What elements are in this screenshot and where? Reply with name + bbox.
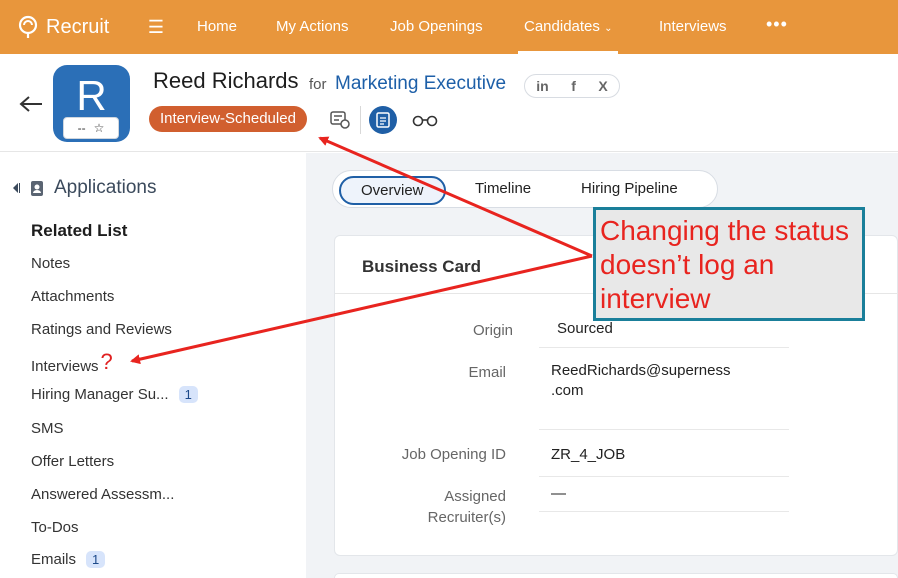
nav-my-actions[interactable]: My Actions bbox=[276, 18, 349, 35]
sidebar: Applications Related List Notes Attachme… bbox=[0, 153, 306, 578]
sidebar-item-label: Emails bbox=[31, 551, 77, 568]
document-icon bbox=[376, 112, 390, 128]
sidebar-item-todos[interactable]: To-Dos bbox=[31, 519, 79, 536]
sidebar-item-label: Answered Assessm... bbox=[31, 486, 175, 503]
tab-bar: Overview Timeline Hiring Pipeline bbox=[332, 170, 718, 208]
nav-candidates[interactable]: Candidates ⌄ bbox=[517, 18, 619, 54]
field-separator bbox=[539, 347, 789, 348]
star-icon[interactable]: ☆ bbox=[94, 121, 105, 135]
for-label: for bbox=[309, 76, 327, 93]
brand[interactable]: Recruit bbox=[16, 15, 134, 39]
field-separator bbox=[539, 476, 789, 477]
sidebar-item-sms[interactable]: SMS bbox=[31, 420, 64, 437]
sidebar-item-hiring-manager[interactable]: Hiring Manager Su... 1 bbox=[31, 386, 198, 403]
field-label-assigned-recruiters: Assigned Recruiter(s) bbox=[427, 488, 506, 526]
sidebar-item-label: Attachments bbox=[31, 288, 115, 305]
status-history-icon bbox=[330, 111, 350, 129]
nav-job-openings[interactable]: Job Openings bbox=[390, 18, 483, 35]
job-opening-link[interactable]: Marketing Executive bbox=[335, 73, 506, 95]
binoculars-glyph-icon bbox=[412, 115, 438, 127]
tab-overview[interactable]: Overview bbox=[339, 176, 446, 205]
tab-hiring-pipeline[interactable]: Hiring Pipeline bbox=[581, 180, 678, 197]
sidebar-item-notes[interactable]: Notes bbox=[31, 255, 70, 272]
nav-home[interactable]: Home bbox=[197, 18, 237, 35]
linkedin-icon[interactable]: in bbox=[536, 78, 548, 94]
x-twitter-icon[interactable]: X bbox=[598, 78, 607, 94]
more-dots-icon[interactable]: ••• bbox=[766, 14, 788, 35]
sidebar-item-offer-letters[interactable]: Offer Letters bbox=[31, 453, 114, 470]
applications-icon bbox=[31, 181, 43, 196]
field-separator bbox=[539, 429, 789, 430]
menu-hamburger-icon[interactable]: ☰ bbox=[144, 17, 168, 38]
field-label-job-opening-id: Job Opening ID bbox=[401, 446, 506, 463]
next-card bbox=[334, 573, 898, 578]
field-separator bbox=[539, 511, 789, 512]
facebook-icon[interactable]: f bbox=[571, 78, 576, 94]
card-title: Business Card bbox=[362, 257, 482, 276]
sidebar-item-label: Interviews bbox=[31, 357, 99, 375]
candidate-name: Reed Richards bbox=[153, 68, 299, 93]
sidebar-item-label: Hiring Manager Su... bbox=[31, 386, 169, 403]
applications-label: Applications bbox=[54, 177, 157, 198]
rating-value: -- bbox=[77, 121, 86, 135]
sidebar-item-ratings[interactable]: Ratings and Reviews bbox=[31, 321, 172, 338]
applications-toggle[interactable]: Applications bbox=[12, 177, 156, 199]
resume-document-icon[interactable] bbox=[369, 106, 397, 134]
sidebar-item-label: Offer Letters bbox=[31, 453, 115, 470]
rating-widget[interactable]: -- ☆ bbox=[63, 117, 119, 139]
sidebar-item-emails[interactable]: Emails 1 bbox=[31, 551, 106, 568]
count-badge: 1 bbox=[178, 386, 198, 403]
social-links: in f X bbox=[524, 74, 620, 98]
chevron-down-icon: ⌄ bbox=[604, 23, 613, 34]
tab-timeline[interactable]: Timeline bbox=[475, 180, 531, 197]
nav-interviews[interactable]: Interviews bbox=[659, 18, 727, 35]
back-arrow-icon[interactable] bbox=[18, 94, 44, 114]
collapse-left-icon bbox=[13, 183, 20, 193]
brand-name: Recruit bbox=[46, 15, 110, 38]
field-value-assigned-recruiters: — bbox=[551, 485, 566, 502]
annotation-text: Changing the status doesn’t log an inter… bbox=[600, 215, 850, 314]
nav-candidates-label: Candidates bbox=[524, 18, 600, 35]
header-divider bbox=[360, 106, 361, 134]
sidebar-item-label: To-Dos bbox=[31, 519, 79, 536]
annotation-callout: Changing the status doesn’t log an inter… bbox=[593, 207, 865, 321]
change-status-icon[interactable] bbox=[326, 106, 354, 134]
field-value-origin: Sourced bbox=[557, 320, 613, 337]
top-navbar: Recruit ☰ Home My Actions Job Openings C… bbox=[0, 0, 898, 54]
sidebar-item-label: Ratings and Reviews bbox=[31, 321, 172, 338]
sidebar-item-label: Notes bbox=[31, 255, 71, 272]
field-value-email[interactable]: ReedRichards@superness .com bbox=[551, 361, 730, 401]
status-badge[interactable]: Interview-Scheduled bbox=[149, 106, 307, 132]
recruit-logo-icon bbox=[18, 15, 38, 38]
sidebar-item-label: SMS bbox=[31, 420, 64, 437]
count-badge: 1 bbox=[86, 551, 106, 568]
field-label-origin: Origin bbox=[472, 322, 513, 339]
sidebar-item-attachments[interactable]: Attachments bbox=[31, 288, 114, 305]
candidate-header: R -- ☆ Reed Richards for Marketing Execu… bbox=[0, 54, 898, 152]
question-mark-annotation: ? bbox=[100, 349, 113, 374]
field-value-job-opening-id: ZR_4_JOB bbox=[551, 446, 626, 463]
field-label-email: Email bbox=[468, 364, 506, 381]
related-list-title: Related List bbox=[31, 221, 128, 240]
binoculars-icon[interactable] bbox=[411, 106, 439, 134]
sidebar-item-assessments[interactable]: Answered Assessm... bbox=[31, 486, 174, 503]
sidebar-item-interviews[interactable]: Interviews? bbox=[31, 349, 113, 379]
